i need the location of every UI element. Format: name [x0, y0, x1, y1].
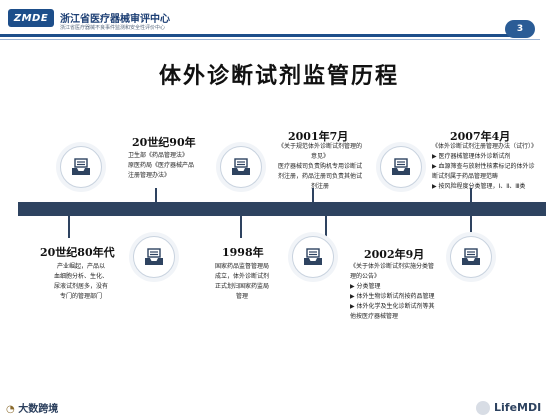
- slide: ZMDE 浙江省医疗器械审评中心 浙江省医疗器械不良事件监测和安全性评价中心 3…: [0, 0, 558, 419]
- milestone-year: 2002年9月: [364, 248, 425, 261]
- milestone-description: 产业崛起，产品以 血细胞分析、生化、 尿液试剂居多，没有 专门的管理部门: [53, 263, 108, 300]
- footer-brand: LifeMDI: [494, 401, 542, 414]
- wechat-icon: [476, 401, 490, 415]
- header-divider: [0, 34, 530, 37]
- milestone-node: [133, 236, 175, 278]
- milestone-node: [60, 146, 102, 188]
- timeline-connector: [240, 216, 242, 238]
- org-logo: ZMDE: [8, 9, 54, 27]
- footer: ◔ 大数跨境 LifeMDI: [0, 397, 558, 419]
- milestone-node: [220, 146, 262, 188]
- milestone-description: 国家药品监督管理局 成立，体外诊断试剂 正式划归国家药监局 管理: [214, 263, 269, 300]
- slide-title: 体外诊断试剂监管历程: [158, 63, 399, 89]
- org-subtitle: 浙江省医疗器械不良事件监测和安全性评价中心: [60, 25, 166, 31]
- footer-watermark-logo: ◔ 大数跨境: [6, 404, 59, 415]
- header-divider-thin: [0, 39, 540, 40]
- milestone-year: 20世纪90年: [132, 136, 196, 149]
- milestone-description: 《关于体外诊断试剂实施分类管 理的公告》 ▶ 分类管理 ▶ 体外生物诊断试剂按药…: [350, 263, 435, 320]
- timeline-connector: [155, 188, 157, 202]
- milestone-description: 卫生部《药品管理法》 原医药局《医疗器械产品 注册管理办法》: [128, 152, 195, 179]
- inbox-tray-icon: [304, 248, 322, 265]
- timeline-connector: [68, 216, 70, 238]
- milestone-node: [380, 146, 422, 188]
- inbox-tray-icon: [392, 158, 410, 175]
- milestone-year: 1998年: [222, 246, 264, 259]
- inbox-tray-icon: [145, 248, 163, 265]
- inbox-tray-icon: [72, 158, 90, 175]
- milestone-node: [292, 236, 334, 278]
- milestone-description: 《体外诊断试剂注册管理办法（试行）》 ▶ 医疗器械管理体外诊断试剂 ▶ 血源筛查…: [432, 143, 538, 190]
- milestone-node: [450, 236, 492, 278]
- page-number-badge: 3: [505, 20, 535, 38]
- inbox-tray-icon: [462, 248, 480, 265]
- timeline-bar: [18, 202, 546, 216]
- milestone-year: 20世纪80年代: [40, 246, 115, 259]
- timeline-connector: [325, 216, 327, 238]
- milestone-description: 《关于规范体外诊断试剂管理的 意见》 医疗器械司负责购机专用诊断试 剂注册，药品…: [277, 143, 362, 190]
- header-bar: ZMDE 浙江省医疗器械审评中心 浙江省医疗器械不良事件监测和安全性评价中心 3: [0, 6, 558, 42]
- org-name: 浙江省医疗器械审评中心: [60, 14, 170, 25]
- inbox-tray-icon: [232, 158, 250, 175]
- timeline-connector: [470, 216, 472, 238]
